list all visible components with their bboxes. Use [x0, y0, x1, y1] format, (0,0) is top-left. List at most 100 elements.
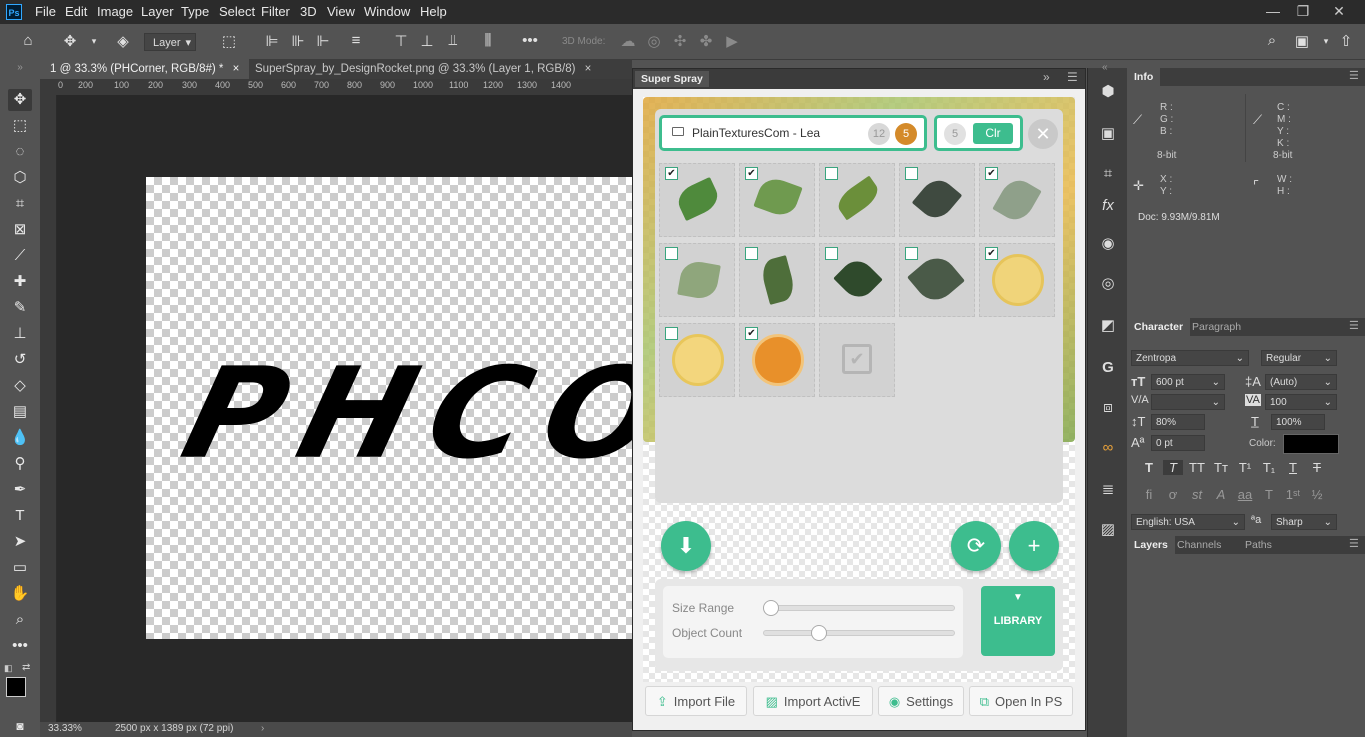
clear-button[interactable]: Clr — [973, 123, 1013, 144]
library-item[interactable] — [899, 163, 975, 237]
language-select[interactable]: English: USA ⌄ — [1131, 514, 1245, 530]
3d-orbit-icon[interactable]: ☁ — [618, 32, 638, 50]
library-item[interactable] — [899, 243, 975, 317]
small-caps-button[interactable]: Tт — [1211, 460, 1231, 475]
menu-type[interactable]: Type — [181, 4, 209, 19]
3d-pan-icon[interactable]: ✣ — [670, 32, 690, 50]
infinity-plugin-icon[interactable]: ∞ — [1098, 438, 1118, 458]
settings-button[interactable]: ◉ Settings — [878, 686, 964, 716]
gradient-icon[interactable]: ▤ — [8, 401, 32, 423]
library-item[interactable] — [819, 163, 895, 237]
properties-panel-icon[interactable]: ◩ — [1098, 316, 1118, 336]
move-icon[interactable]: ✥ — [8, 89, 32, 111]
image-panel-icon[interactable]: ▨ — [1098, 520, 1118, 540]
zoom-icon[interactable]: ⌕ — [8, 609, 32, 631]
eyedropper-icon[interactable]: ⟋ — [8, 245, 32, 267]
swash-button[interactable]: st — [1187, 487, 1207, 502]
align-center-icon[interactable]: ⊪ — [288, 32, 308, 50]
tab-paragraph[interactable]: Paragraph — [1185, 318, 1248, 336]
library-item[interactable] — [659, 323, 735, 397]
workspace-icon[interactable]: ▣ — [1292, 32, 1312, 50]
object-count-slider[interactable] — [763, 630, 955, 636]
edit-toolbar-icon[interactable]: ••• — [8, 635, 32, 657]
navigator-panel-icon[interactable]: ◎ — [1098, 274, 1118, 294]
item-checkbox[interactable]: ✔ — [985, 247, 998, 260]
text-color-swatch[interactable] — [1283, 434, 1339, 454]
lasso-icon[interactable]: ◌ — [8, 141, 32, 163]
library-item[interactable]: ✔ — [739, 163, 815, 237]
menu-filter[interactable]: Filter — [261, 4, 290, 19]
tab-phcorner[interactable]: 1 @ 33.3% (PHCorner, RGB/8#) * × — [40, 59, 250, 79]
swap-colors-icon[interactable]: ⇄ — [22, 662, 30, 673]
healing-brush-icon[interactable]: ✚ — [8, 271, 32, 293]
collapse-panel-icon[interactable]: » — [1043, 70, 1050, 84]
adjustments-panel-icon[interactable]: ◉ — [1098, 234, 1118, 254]
distribute-vertical-icon[interactable]: ⫼ — [478, 32, 498, 49]
item-checkbox[interactable] — [905, 167, 918, 180]
import-active-button[interactable]: ▨ Import ActivE — [753, 686, 873, 716]
menu-file[interactable]: File — [35, 4, 56, 19]
item-checkbox[interactable]: ✔ — [985, 167, 998, 180]
open-in-ps-button[interactable]: ⧉ Open In PS — [969, 686, 1073, 716]
chevron-down-icon[interactable]: ▾ — [84, 36, 104, 47]
menu-layer[interactable]: Layer — [141, 4, 174, 19]
refresh-button[interactable]: ⟳ — [951, 521, 1001, 571]
frame-icon[interactable]: ⊠ — [8, 219, 32, 241]
collapse-tools-icon[interactable]: » — [8, 63, 32, 73]
align-bottom-icon[interactable]: ⫫ — [443, 32, 463, 49]
minimize-icon[interactable]: — — [1258, 0, 1288, 22]
close-tab-icon[interactable]: × — [233, 63, 240, 75]
faux-bold-button[interactable]: T — [1139, 460, 1159, 475]
align-right-icon[interactable]: ⊩ — [313, 32, 333, 50]
panel-menu-icon[interactable]: ☰ — [1067, 70, 1078, 84]
close-icon[interactable]: ✕ — [1028, 119, 1058, 149]
ordinals-button[interactable]: T — [1259, 487, 1279, 502]
panel-menu-icon[interactable]: ☰ — [1349, 69, 1359, 82]
tab-paths[interactable]: Paths — [1238, 536, 1279, 554]
document-canvas[interactable]: PHCORN — [146, 177, 634, 639]
all-caps-button[interactable]: TT — [1187, 460, 1207, 475]
layer-select[interactable]: Layer ▾ — [144, 33, 196, 51]
eraser-icon[interactable]: ◇ — [8, 375, 32, 397]
history-brush-icon[interactable]: ↺ — [8, 349, 32, 371]
baseline-shift-field[interactable]: 0 pt — [1151, 435, 1205, 451]
item-checkbox[interactable]: ✔ — [745, 167, 758, 180]
superscript-button[interactable]: T¹ — [1235, 460, 1255, 475]
restore-icon[interactable]: ❐ — [1288, 0, 1318, 22]
layers-stack-icon[interactable]: ≣ — [1098, 480, 1118, 500]
quick-mask-icon[interactable]: ◙ — [8, 715, 32, 737]
library-item[interactable] — [819, 243, 895, 317]
align-top-icon[interactable]: ⊤ — [391, 32, 411, 50]
transform-controls-icon[interactable]: ⬚ — [219, 32, 239, 50]
canvas-text-layer[interactable]: PHCORN — [170, 341, 634, 487]
tab-channels[interactable]: Channels — [1170, 536, 1228, 554]
align-middle-icon[interactable]: ⊥ — [417, 32, 437, 50]
tab-superspray[interactable]: SuperSpray_by_DesignRocket.png @ 33.3% (… — [245, 59, 601, 79]
item-checkbox[interactable]: ✔ — [665, 167, 678, 180]
path-select-icon[interactable]: ➤ — [8, 531, 32, 553]
item-checkbox[interactable] — [665, 327, 678, 340]
share-icon[interactable]: ⇧ — [1336, 32, 1356, 50]
history-panel-icon[interactable]: ⌗ — [1098, 164, 1118, 184]
object-count-handle[interactable] — [810, 625, 827, 641]
library-item[interactable] — [739, 243, 815, 317]
menu-view[interactable]: View — [327, 4, 355, 19]
close-window-icon[interactable]: ✕ — [1324, 0, 1354, 22]
menu-help[interactable]: Help — [420, 4, 447, 19]
close-tab-icon[interactable]: × — [585, 63, 592, 75]
3d-slide-icon[interactable]: ✤ — [696, 32, 716, 50]
auto-select-icon[interactable]: ◈ — [113, 32, 133, 50]
horizontal-scale-field[interactable]: 100% — [1271, 414, 1325, 430]
folder-selector[interactable]: PlainTexturesCom - Lea 12 5 — [659, 115, 927, 151]
swatches-panel-icon[interactable]: ▣ — [1098, 124, 1118, 144]
super-spray-tab[interactable]: Super Spray — [635, 71, 709, 87]
align-left-icon[interactable]: ⊫ — [262, 32, 282, 50]
workspace-chevron-icon[interactable]: ▾ — [1316, 36, 1336, 47]
clone-stamp-icon[interactable]: ⊥ — [8, 323, 32, 345]
panel-menu-icon[interactable]: ☰ — [1349, 537, 1359, 550]
quick-select-icon[interactable]: ⬡ — [8, 167, 32, 189]
menu-select[interactable]: Select — [219, 4, 255, 19]
expand-panels-icon[interactable]: « — [1102, 62, 1108, 73]
font-size-field[interactable]: 600 pt ⌄ — [1151, 374, 1225, 390]
tab-character[interactable]: Character — [1127, 318, 1191, 336]
